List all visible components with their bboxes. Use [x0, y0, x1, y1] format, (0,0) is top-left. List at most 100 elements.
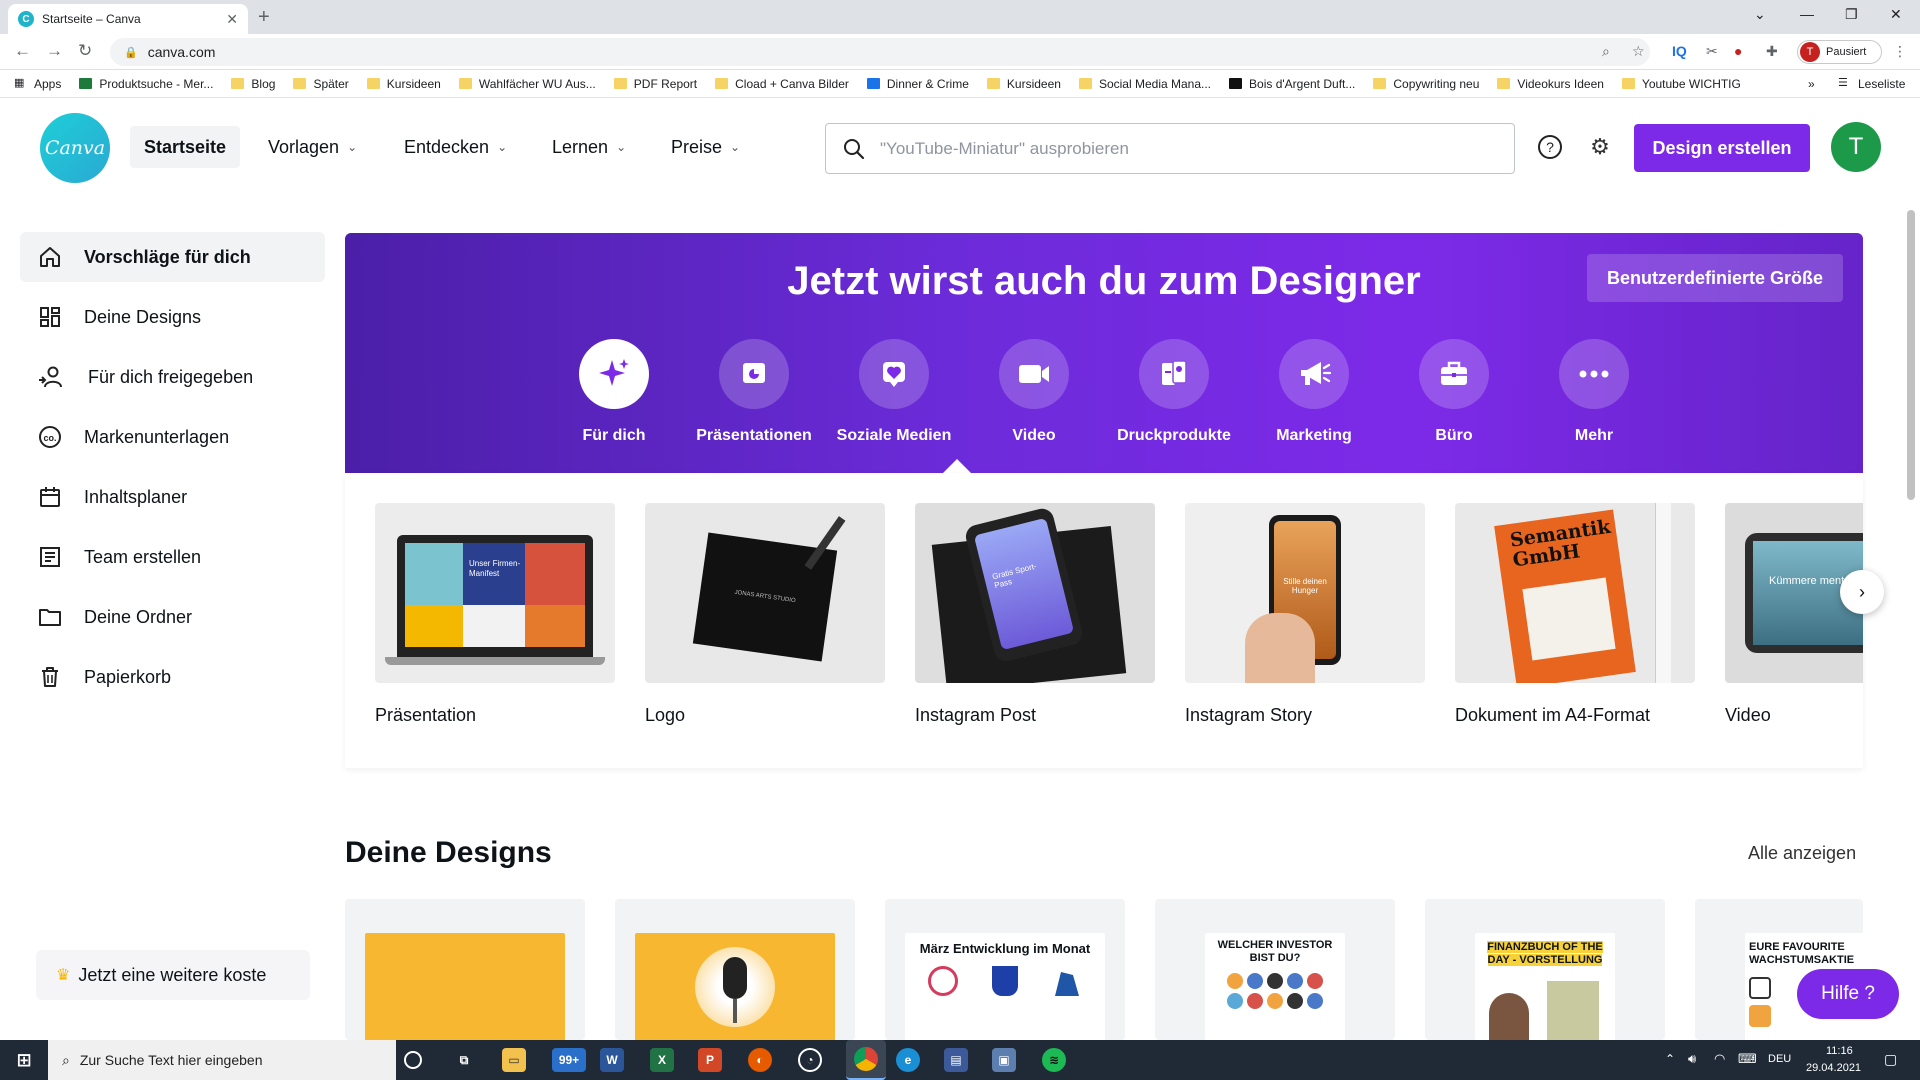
scrollbar-thumb[interactable]: [1907, 210, 1915, 500]
category-marketing[interactable]: Marketing: [1244, 339, 1384, 445]
category-video[interactable]: Video: [964, 339, 1104, 445]
edge-icon[interactable]: e: [896, 1048, 920, 1072]
settings-gear-icon[interactable]: ⚙: [1584, 131, 1616, 163]
word-icon[interactable]: W: [600, 1048, 624, 1072]
template-card-instagram-post[interactable]: Gratis Sport-Pass Instagram Post: [915, 503, 1155, 726]
carousel-next-chevron-icon[interactable]: ›: [1840, 570, 1884, 614]
profile-button[interactable]: T Pausiert: [1797, 40, 1882, 64]
app-icon[interactable]: ▣: [992, 1048, 1016, 1072]
design-card[interactable]: FINANZBUCH OF THE DAY - VORSTELLUNG: [1425, 899, 1665, 1040]
wifi-icon[interactable]: ◠: [1714, 1051, 1725, 1067]
nav-lernen[interactable]: Lernen ⌄: [538, 126, 640, 168]
sidebar-item-vorschlaege[interactable]: Vorschläge für dich: [20, 232, 325, 282]
category-druckprodukte[interactable]: Druckprodukte: [1104, 339, 1244, 445]
category-fuer-dich[interactable]: Für dich: [544, 339, 684, 445]
chrome-icon[interactable]: [846, 1040, 886, 1080]
bookmark-item[interactable]: Dinner & Crime: [866, 77, 969, 91]
new-tab-icon[interactable]: +: [258, 6, 270, 29]
zoom-icon[interactable]: ⌕: [1602, 43, 1610, 60]
sidebar-item-deine-designs[interactable]: Deine Designs: [20, 292, 325, 342]
chrome-menu-icon[interactable]: ⋮: [1893, 43, 1907, 60]
back-icon[interactable]: ←: [14, 41, 31, 61]
design-card[interactable]: [345, 899, 585, 1040]
custom-size-button[interactable]: Benutzerdefinierte Größe: [1587, 254, 1843, 302]
language-indicator[interactable]: DEU: [1768, 1053, 1791, 1065]
create-design-button[interactable]: Design erstellen: [1634, 124, 1810, 172]
app-icon[interactable]: ▤: [944, 1048, 968, 1072]
bookmark-apps[interactable]: ▦ Apps: [14, 77, 61, 91]
template-card-video[interactable]: Kümmere mentale Video: [1725, 503, 1863, 726]
sidebar-item-freigegeben[interactable]: Für dich freigegeben: [20, 352, 325, 402]
template-card-a4-dokument[interactable]: Semantik GmbH Dokument im A4-Format: [1455, 503, 1695, 726]
show-all-link[interactable]: Alle anzeigen: [1748, 843, 1856, 864]
canva-logo[interactable]: Canva: [40, 113, 110, 183]
design-card[interactable]: WELCHER INVESTOR BIST DU?: [1155, 899, 1395, 1040]
close-tab-icon[interactable]: ✕: [226, 11, 238, 28]
clock-time[interactable]: 11:16: [1826, 1045, 1853, 1057]
template-card-instagram-story[interactable]: Stille deinen Hunger Instagram Story: [1185, 503, 1425, 726]
spotify-icon[interactable]: ≋: [1042, 1048, 1066, 1072]
mail-icon[interactable]: 99+: [552, 1048, 586, 1072]
nav-vorlagen[interactable]: Vorlagen ⌄: [254, 126, 371, 168]
excel-icon[interactable]: X: [650, 1048, 674, 1072]
template-card-logo[interactable]: JONAS ARTS STUDIO Logo: [645, 503, 885, 726]
obs-icon[interactable]: ◔: [798, 1048, 822, 1072]
design-card[interactable]: [615, 899, 855, 1040]
bookmark-folder[interactable]: Youtube WICHTIG: [1621, 77, 1741, 91]
category-mehr[interactable]: Mehr: [1524, 339, 1664, 445]
bookmark-folder[interactable]: Wahlfächer WU Aus...: [458, 77, 596, 91]
notifications-icon[interactable]: ▢: [1884, 1051, 1897, 1068]
more-bookmarks-icon[interactable]: »: [1808, 77, 1815, 91]
user-avatar[interactable]: T: [1831, 122, 1881, 172]
cortana-icon[interactable]: [404, 1051, 422, 1069]
category-soziale-medien[interactable]: Soziale Medien: [824, 339, 964, 445]
extension-icon[interactable]: ✂: [1706, 43, 1718, 60]
omnibox[interactable]: 🔒 canva.com: [110, 38, 1650, 66]
nav-preise[interactable]: Preise ⌄: [657, 126, 754, 168]
bookmark-folder[interactable]: PDF Report: [613, 77, 697, 91]
clock-date[interactable]: 29.04.2021: [1806, 1062, 1861, 1074]
minimize-icon[interactable]: —: [1800, 6, 1814, 22]
bookmark-folder[interactable]: Blog: [231, 77, 275, 91]
help-icon[interactable]: ?: [1534, 131, 1566, 163]
category-buero[interactable]: Büro: [1384, 339, 1524, 445]
trial-promo-button[interactable]: ♛ Jetzt eine weitere koste: [36, 950, 310, 1000]
template-card-praesentation[interactable]: Unser Firmen-Manifest Präsentation: [375, 503, 615, 726]
search-input[interactable]: [880, 138, 1480, 159]
bookmark-folder[interactable]: Copywriting neu: [1373, 77, 1479, 91]
adblock-extension-icon[interactable]: ●: [1734, 43, 1742, 59]
bookmark-folder[interactable]: Kursideen: [986, 77, 1061, 91]
sidebar-item-markenunterlagen[interactable]: co. Markenunterlagen: [20, 412, 325, 462]
windows-start-icon[interactable]: ⊞: [12, 1048, 36, 1072]
sidebar-item-team-erstellen[interactable]: Team erstellen: [20, 532, 325, 582]
bookmark-folder[interactable]: Später: [293, 77, 349, 91]
bookmark-folder[interactable]: Social Media Mana...: [1078, 77, 1211, 91]
bookmark-folder[interactable]: Videokurs Ideen: [1497, 77, 1604, 91]
file-explorer-icon[interactable]: ▭: [502, 1048, 526, 1072]
design-card[interactable]: März Entwicklung im Monat: [885, 899, 1125, 1040]
bookmark-folder[interactable]: Cload + Canva Bilder: [715, 77, 849, 91]
tab-search-icon[interactable]: ⌄: [1754, 6, 1766, 23]
powerpoint-icon[interactable]: P: [698, 1048, 722, 1072]
nav-startseite[interactable]: Startseite: [130, 126, 241, 168]
keyboard-icon[interactable]: ⌨: [1738, 1051, 1757, 1067]
task-view-icon[interactable]: ⧉: [452, 1048, 476, 1072]
puzzle-icon[interactable]: ✚: [1766, 43, 1778, 60]
tray-chevron-up-icon[interactable]: ⌃: [1665, 1052, 1675, 1066]
reading-list[interactable]: ☰ Leseliste: [1838, 77, 1905, 91]
page-scrollbar[interactable]: [1905, 200, 1917, 1040]
volume-icon[interactable]: 🔊︎: [1688, 1051, 1696, 1067]
taskbar-search[interactable]: ⌕ Zur Suche Text hier eingeben: [48, 1040, 396, 1080]
firefox-icon[interactable]: ◐: [748, 1048, 772, 1072]
nav-entdecken[interactable]: Entdecken ⌄: [390, 126, 521, 168]
iq-extension-icon[interactable]: IQ: [1672, 43, 1687, 59]
reload-icon[interactable]: ↻: [78, 41, 92, 61]
sidebar-item-deine-ordner[interactable]: Deine Ordner: [20, 592, 325, 642]
close-window-icon[interactable]: ✕: [1890, 6, 1902, 23]
sidebar-item-papierkorb[interactable]: Papierkorb: [20, 652, 325, 702]
category-praesentationen[interactable]: Präsentationen: [684, 339, 824, 445]
bookmark-star-icon[interactable]: ☆: [1632, 43, 1645, 60]
forward-icon[interactable]: →: [46, 41, 63, 61]
bookmark-item[interactable]: Bois d'Argent Duft...: [1229, 77, 1355, 91]
bookmark-item[interactable]: Produktsuche - Mer...: [79, 77, 213, 91]
